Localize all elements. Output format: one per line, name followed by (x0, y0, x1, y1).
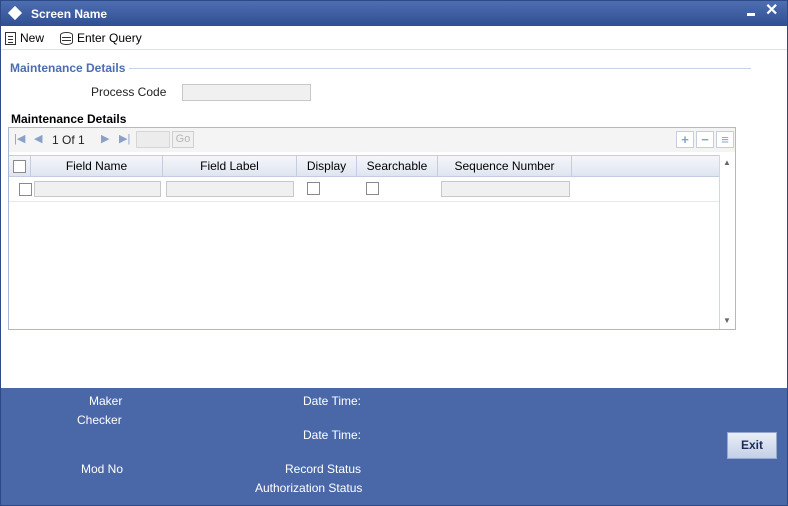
pager: |◀ ◀ 1 Of 1 ▶ ▶| Go + − ≡ (9, 128, 735, 152)
exit-button[interactable]: Exit (727, 432, 777, 459)
go-button[interactable]: Go (172, 131, 194, 148)
first-page-icon[interactable]: |◀ (14, 132, 25, 145)
new-button[interactable]: New (5, 29, 44, 47)
scroll-up-icon[interactable]: ▲ (723, 158, 731, 167)
new-label: New (20, 31, 45, 45)
maintenance-window: Screen Name ✕ New Enter Query Maintenanc… (0, 0, 788, 506)
maintenance-grid: |◀ ◀ 1 Of 1 ▶ ▶| Go + − ≡ Field Name Fie… (8, 127, 736, 330)
close-icon[interactable]: ✕ (765, 3, 778, 19)
process-code-input[interactable] (182, 84, 311, 101)
col-sequence-number[interactable]: Sequence Number (438, 156, 572, 177)
mod-no-label: Mod No (81, 462, 124, 476)
record-status-label: Record Status (285, 462, 362, 476)
page-number-input[interactable] (136, 131, 170, 148)
grid-caption: Maintenance Details (11, 112, 127, 126)
section-legend: Maintenance Details (10, 61, 130, 75)
single-view-icon[interactable]: ≡ (716, 131, 734, 148)
process-code-label: Process Code (91, 85, 167, 99)
add-row-icon[interactable]: + (676, 131, 694, 148)
maker-label: Maker (89, 394, 123, 408)
display-checkbox[interactable] (307, 182, 320, 195)
select-all-cell (9, 156, 31, 177)
maker-date-time-label: Date Time: (303, 394, 362, 408)
col-field-name[interactable]: Field Name (31, 156, 163, 177)
checker-date-time-label: Date Time: (303, 428, 362, 442)
authorization-status-label: Authorization Status (255, 481, 363, 495)
new-icon (5, 31, 16, 45)
delete-row-icon[interactable]: − (696, 131, 714, 148)
window-title: Screen Name (31, 7, 108, 21)
diamond-icon (7, 5, 23, 21)
audit-footer: Maker Checker Date Time: Date Time: Mod … (1, 388, 787, 505)
content-area: Maintenance Details Process Code Mainten… (1, 51, 787, 388)
searchable-checkbox[interactable] (366, 182, 379, 195)
select-all-checkbox[interactable] (13, 160, 26, 173)
col-display[interactable]: Display (297, 156, 357, 177)
checker-label: Checker (77, 413, 122, 427)
title-bar: Screen Name ✕ (1, 1, 787, 26)
field-name-input[interactable] (34, 181, 161, 197)
row-select-checkbox[interactable] (19, 183, 32, 196)
last-page-icon[interactable]: ▶| (119, 132, 130, 145)
col-searchable[interactable]: Searchable (357, 156, 438, 177)
col-field-label[interactable]: Field Label (163, 156, 297, 177)
minimize-icon[interactable] (747, 13, 755, 16)
vertical-scrollbar[interactable]: ▲ ▼ (719, 155, 735, 329)
scroll-down-icon[interactable]: ▼ (723, 316, 731, 325)
toolbar: New Enter Query (1, 26, 787, 50)
grid-header: Field Name Field Label Display Searchabl… (9, 155, 719, 177)
prev-page-icon[interactable]: ◀ (34, 132, 42, 145)
page-indicator: 1 Of 1 (52, 133, 85, 147)
enter-query-label: Enter Query (77, 31, 142, 45)
section-divider (129, 68, 751, 69)
enter-query-icon (60, 31, 73, 45)
sequence-number-input[interactable] (441, 181, 570, 197)
next-page-icon[interactable]: ▶ (101, 132, 109, 145)
field-label-input[interactable] (166, 181, 294, 197)
enter-query-button[interactable]: Enter Query (60, 29, 142, 47)
table-row (9, 177, 719, 202)
